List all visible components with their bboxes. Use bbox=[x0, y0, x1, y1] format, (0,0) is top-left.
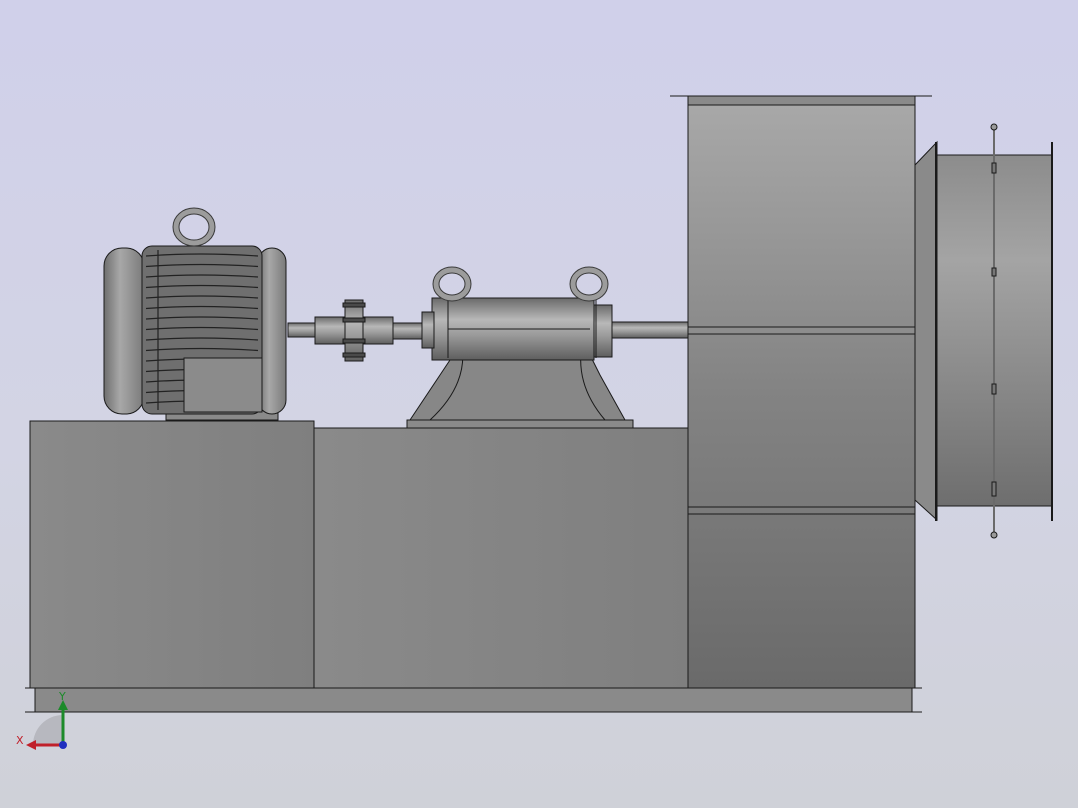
fan-housing-body bbox=[687, 95, 916, 689]
triad-arc bbox=[33, 715, 63, 745]
bearing-lifting-eye-left-edge bbox=[433, 267, 471, 301]
bearing-base-plate bbox=[406, 419, 634, 429]
inlet-box[interactable] bbox=[914, 123, 1053, 539]
triad-x-label: X bbox=[16, 734, 24, 747]
base-skid bbox=[34, 687, 913, 713]
fan-housing-top-band bbox=[687, 95, 916, 106]
cad-viewport[interactable]: Y X bbox=[0, 0, 1078, 808]
inlet-transition bbox=[914, 140, 938, 522]
motor-lifting-eye-edge bbox=[173, 208, 215, 246]
fan-housing-split-lower bbox=[687, 506, 916, 515]
motor[interactable] bbox=[103, 207, 287, 421]
motor-pedestal bbox=[29, 420, 315, 689]
fan-housing[interactable] bbox=[670, 95, 932, 689]
fan-housing-split-upper bbox=[687, 326, 916, 335]
damper-link-4 bbox=[991, 481, 997, 497]
damper-knob-top[interactable] bbox=[990, 123, 998, 131]
motor-end-cap-rear bbox=[103, 247, 145, 415]
bearing-lifting-eye-right-edge bbox=[570, 267, 608, 301]
bearing-pedestal bbox=[313, 427, 689, 689]
bearing-housing[interactable] bbox=[406, 266, 634, 429]
coupling-flange bbox=[344, 299, 364, 362]
shaft-mid bbox=[391, 322, 425, 340]
damper-knob-bottom[interactable] bbox=[990, 531, 998, 539]
damper-link-1 bbox=[991, 162, 997, 174]
damper-link-2 bbox=[991, 267, 997, 277]
shaft-fan-side bbox=[611, 321, 689, 339]
shaft-motor-side bbox=[287, 322, 317, 338]
coupling-hub-right bbox=[362, 316, 394, 345]
coupling[interactable] bbox=[314, 299, 394, 362]
bearing-cap-right bbox=[593, 304, 613, 358]
triad-x-arrow bbox=[26, 740, 36, 750]
triad-y-label: Y bbox=[58, 690, 66, 703]
damper-link-3 bbox=[991, 383, 997, 395]
coupling-hub-left bbox=[314, 316, 346, 345]
bearing-cap-left bbox=[421, 311, 435, 349]
motor-terminal-box[interactable] bbox=[183, 357, 263, 413]
triad-z-axis bbox=[59, 741, 67, 749]
